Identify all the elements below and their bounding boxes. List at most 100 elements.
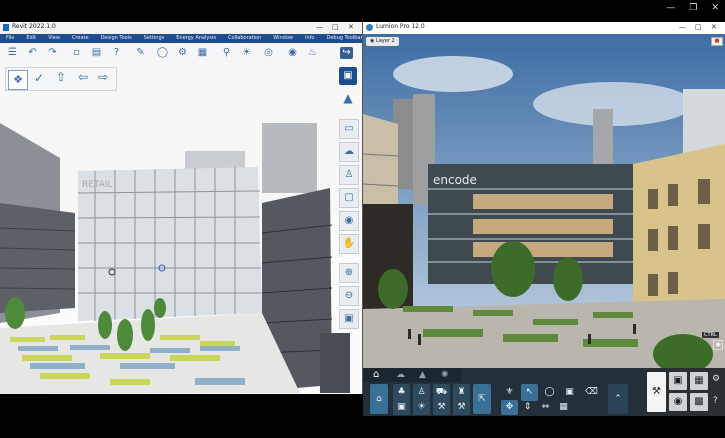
view-cube-icon[interactable]: ▣: [339, 67, 357, 85]
walk-icon[interactable]: ♙: [339, 165, 359, 185]
forward-icon[interactable]: ⇨: [98, 70, 108, 84]
build-mode-icon[interactable]: ⚒: [647, 372, 666, 412]
zoom-out-icon[interactable]: ⊖: [339, 286, 359, 306]
menu-info[interactable]: Info: [299, 34, 320, 43]
orbit-view-icon[interactable]: ◉: [339, 211, 359, 231]
settings-icon[interactable]: ⚙: [176, 47, 189, 59]
material-icon[interactable]: ✺: [441, 370, 449, 380]
menu-create[interactable]: Create: [66, 34, 95, 43]
fire-icon[interactable]: ♨: [306, 47, 319, 59]
revit-window-title: Revit 2022.1.0: [12, 23, 56, 30]
lumion-scene-graphic: encode: [363, 34, 725, 368]
redo-icon[interactable]: ↷: [46, 47, 59, 59]
help-icon[interactable]: ?: [110, 47, 123, 59]
maximize-icon[interactable]: □: [332, 23, 339, 31]
restore-icon[interactable]: ❐: [689, 3, 697, 13]
navigation-side-toolbar: ▣ ▲ ▭ ☁ ♙ ▢ ◉ ✋ ⊕ ⊖ ▣: [336, 65, 360, 329]
retail-watermark: RETAIL: [82, 180, 113, 190]
menu-view[interactable]: View: [42, 34, 66, 43]
minimize-icon[interactable]: —: [666, 3, 675, 13]
people-button[interactable]: ♙: [413, 384, 430, 401]
zoom-extents-icon[interactable]: ▣: [339, 309, 359, 329]
menu-debug-toolbar[interactable]: Debug Toolbar Plugin: [320, 34, 362, 43]
menu-file[interactable]: File: [0, 34, 20, 43]
effects-button[interactable]: ▣: [393, 400, 410, 415]
light-button[interactable]: ☀: [413, 400, 430, 415]
pin-icon[interactable]: ⚲: [220, 47, 233, 59]
move-button[interactable]: ✥: [501, 400, 518, 415]
maximize-icon[interactable]: □: [695, 23, 702, 31]
collapse-panel-button[interactable]: ⌃: [608, 384, 628, 414]
rotate-button[interactable]: ◯: [541, 384, 558, 401]
menu-energy-analysis[interactable]: Energy Analysis: [170, 34, 222, 43]
close-icon[interactable]: ✕: [348, 23, 354, 31]
width-button[interactable]: ⇔: [537, 400, 554, 415]
select-button[interactable]: ↖: [521, 384, 538, 401]
tools-button[interactable]: ⚒: [453, 400, 470, 415]
target-icon[interactable]: ◉: [286, 47, 299, 59]
resize-button[interactable]: ▣: [561, 384, 578, 401]
place-object-button[interactable]: ⚜: [501, 384, 518, 401]
utility-button[interactable]: ⚒: [433, 400, 450, 415]
menu-collaboration[interactable]: Collaboration: [222, 34, 267, 43]
layers-icon[interactable]: ☰: [6, 47, 19, 59]
lumion-link-icon[interactable]: ↪: [340, 47, 353, 59]
nature-button[interactable]: ♣: [393, 384, 410, 401]
lumion-category-tabs: ⌂ ☁ ▲ ✺: [363, 368, 461, 382]
camera-icon[interactable]: ◉: [713, 340, 723, 350]
snap-button[interactable]: ▦: [555, 400, 572, 415]
arrow-up-icon[interactable]: ⇧: [56, 70, 66, 84]
vehicle-button[interactable]: ⛟: [433, 384, 450, 401]
movie-mode-icon[interactable]: ▦: [690, 372, 708, 390]
perspective-icon[interactable]: ▲: [339, 91, 357, 109]
orbit-icon[interactable]: ◯: [156, 47, 169, 59]
minimize-icon[interactable]: —: [316, 23, 323, 31]
menu-design-tools[interactable]: Design Tools: [95, 34, 138, 43]
gizmo-select-icon[interactable]: ❖: [8, 70, 28, 90]
layer-selector[interactable]: ◉ Layer 2: [366, 37, 399, 46]
save-icon[interactable]: ▩: [690, 393, 708, 411]
ruler-icon[interactable]: ▤: [90, 47, 103, 59]
building-sign-text: encode: [433, 173, 477, 187]
height-button[interactable]: ⇕: [519, 400, 536, 415]
sun-icon[interactable]: ☀: [240, 47, 253, 59]
back-icon[interactable]: ⇦: [78, 70, 88, 84]
revit-3d-viewport[interactable]: RETAIL ❖ ✓ ⇧ ⇦ ⇨ ▣ ▲ ▭ ☁ ♙ ▢ ◉ ✋ ⊕ ⊖ ▣: [0, 63, 362, 394]
render-icon[interactable]: ◎: [262, 47, 275, 59]
indoor-button[interactable]: ♜: [453, 384, 470, 401]
settings-gear-icon[interactable]: ⚙: [712, 374, 720, 384]
cube-icon[interactable]: ▢: [339, 188, 359, 208]
section-icon[interactable]: ▦: [196, 47, 209, 59]
revit-menu-bar: File Edit View Create Design Tools Setti…: [0, 34, 362, 43]
landscape-icon[interactable]: ▲: [419, 370, 426, 380]
outer-window-controls: — ❐ ✕: [666, 3, 719, 13]
minimize-icon[interactable]: —: [679, 23, 686, 31]
flag-icon[interactable]: ■: [711, 37, 723, 46]
measure-icon[interactable]: ▫: [70, 47, 83, 59]
weather-icon[interactable]: ☁: [396, 370, 405, 380]
lumion-control-panel: ⌂ ☁ ▲ ✺ ⌂ ♣ ♙ ⛟ ♜ ▣ ☀ ⚒ ⚒ ⇱ ⚜ ↖ ◯ ▣ ⌫ ✥ …: [363, 368, 725, 416]
lumion-window: Lumion Pro 12.0 — □ ✕ encode ◉ Layer 2 ■…: [363, 22, 725, 416]
zoom-in-icon[interactable]: ⊕: [339, 263, 359, 283]
menu-edit[interactable]: Edit: [20, 34, 42, 43]
help-icon[interactable]: ?: [713, 396, 718, 406]
menu-settings[interactable]: Settings: [138, 34, 171, 43]
panorama-mode-icon[interactable]: ◉: [669, 393, 687, 411]
delete-button[interactable]: ⌫: [583, 384, 600, 401]
home-icon[interactable]: ⌂: [373, 369, 379, 380]
menu-window[interactable]: Window: [267, 34, 299, 43]
pencil-icon[interactable]: ✎: [134, 47, 147, 59]
close-icon[interactable]: ✕: [711, 3, 719, 13]
pan-hand-icon[interactable]: ✋: [339, 234, 359, 254]
undo-icon[interactable]: ↶: [26, 47, 39, 59]
revit-app-icon: [3, 24, 9, 31]
lumion-render-viewport[interactable]: encode ◉ Layer 2 ■ CTRL ◉: [363, 34, 725, 368]
scale-button[interactable]: ⇱: [473, 384, 491, 414]
close-icon[interactable]: ✕: [711, 23, 717, 31]
photo-mode-icon[interactable]: ▣: [669, 372, 687, 390]
import-model-button[interactable]: ⌂: [370, 384, 388, 414]
lumion-window-title: Lumion Pro 12.0: [376, 23, 425, 30]
cloud-icon[interactable]: ☁: [339, 142, 359, 162]
box-view-icon[interactable]: ▭: [339, 119, 359, 139]
check-icon[interactable]: ✓: [34, 71, 44, 85]
